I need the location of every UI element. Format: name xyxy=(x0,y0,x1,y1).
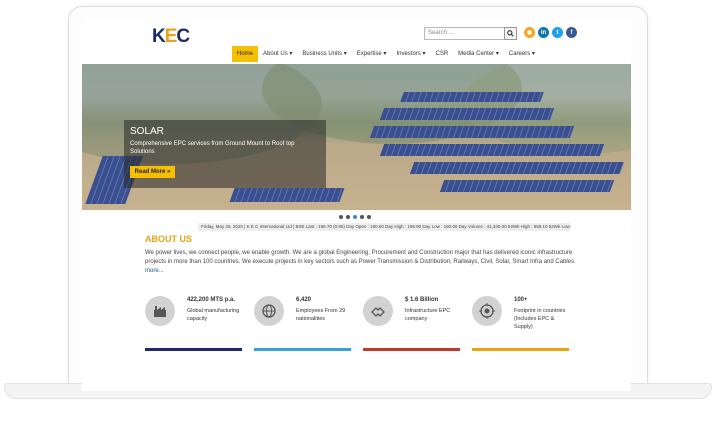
stat-title: 6,420 xyxy=(296,297,312,303)
nav-item-careers[interactable]: Careers ▾ xyxy=(504,46,540,62)
target-icon xyxy=(479,303,495,319)
stat-underline-bar xyxy=(145,348,242,351)
linkedin-icon[interactable]: in xyxy=(538,27,549,38)
nav-item-investors[interactable]: Investors ▾ xyxy=(391,46,430,62)
nav-item-mediacenter[interactable]: Media Center ▾ xyxy=(453,46,504,62)
handshake-icon xyxy=(371,307,385,317)
slider-dot[interactable] xyxy=(360,215,364,219)
stat-description: Footprint in countries (Includes EPC & S… xyxy=(514,308,566,330)
search-icon xyxy=(507,30,514,37)
search-button[interactable] xyxy=(504,27,517,40)
nav-item-businessunits[interactable]: Business Units ▾ xyxy=(297,46,351,62)
about-text: We power lives, we connect people, we en… xyxy=(145,249,577,276)
nav-item-aboutus[interactable]: About Us ▾ xyxy=(258,46,297,62)
stat-icon-circle xyxy=(472,296,502,326)
slider-dots xyxy=(339,215,371,219)
globe-people-icon xyxy=(262,304,276,318)
nav-item-home[interactable]: Home xyxy=(232,46,259,62)
stat-icon-circle xyxy=(145,296,175,326)
search-input[interactable]: Search ... xyxy=(424,27,508,40)
stat-underline-bar xyxy=(472,348,569,351)
hero-title: SOLAR xyxy=(130,126,164,137)
solar-panel-row xyxy=(439,180,615,192)
stat-description: Infrastructure EPC company xyxy=(405,308,451,322)
stat-icon-circle xyxy=(254,296,284,326)
stock-ticker: Friday, May 29, 2020 | K E C Internation… xyxy=(198,223,571,231)
slider-dot[interactable] xyxy=(339,215,343,219)
factory-icon xyxy=(154,306,166,317)
read-more-button[interactable]: Read More » xyxy=(130,166,175,178)
solar-panel-row xyxy=(400,92,544,102)
stat-icon-circle xyxy=(363,296,393,326)
slider-dot[interactable] xyxy=(367,215,371,219)
stat-underline-bar xyxy=(254,348,351,351)
hero-subtitle: Comprehensive EPC services from Ground M… xyxy=(130,141,295,155)
stat-underline-bar xyxy=(363,348,460,351)
slider-dot[interactable] xyxy=(346,215,350,219)
solar-panel-row xyxy=(379,144,605,156)
about-paragraph: We power lives, we connect people, we en… xyxy=(145,250,576,265)
nav-item-expertise[interactable]: Expertise ▾ xyxy=(352,46,392,62)
kec-logo[interactable]: KEC xyxy=(152,26,190,48)
twitter-icon[interactable]: t xyxy=(552,27,563,38)
slider-dot[interactable] xyxy=(353,215,357,219)
logo-letter: K xyxy=(152,26,166,47)
stat-description: Global manufacturing capacity xyxy=(187,308,240,322)
about-title: ABOUT US xyxy=(145,234,192,244)
website-screen: KEC Search ... ◉ in t f Home About Us ▾ Busin… xyxy=(82,20,631,391)
solar-panel-row xyxy=(409,162,625,174)
logo-letter: E xyxy=(164,26,178,47)
more-link[interactable]: more... xyxy=(145,268,164,274)
solar-panel-row xyxy=(229,188,345,202)
solar-panel-row xyxy=(379,108,555,120)
stat-title: 422,200 MTS p.a. xyxy=(187,297,236,303)
stat-title: 100+ xyxy=(514,297,528,303)
hero-banner[interactable]: SOLAR Comprehensive EPC services from Gr… xyxy=(82,64,631,210)
logo-letter: C xyxy=(176,26,190,47)
solar-panel-row xyxy=(369,126,575,138)
stat-description: Employees From 29 nationalities xyxy=(296,308,346,322)
nav-item-csr[interactable]: CSR xyxy=(430,46,453,62)
facebook-icon[interactable]: f xyxy=(566,27,577,38)
stat-title: $ 1.6 Billion xyxy=(405,297,439,303)
main-nav: Home About Us ▾ Business Units ▾ Expertise … xyxy=(232,46,540,62)
rss-icon[interactable]: ◉ xyxy=(524,27,535,38)
